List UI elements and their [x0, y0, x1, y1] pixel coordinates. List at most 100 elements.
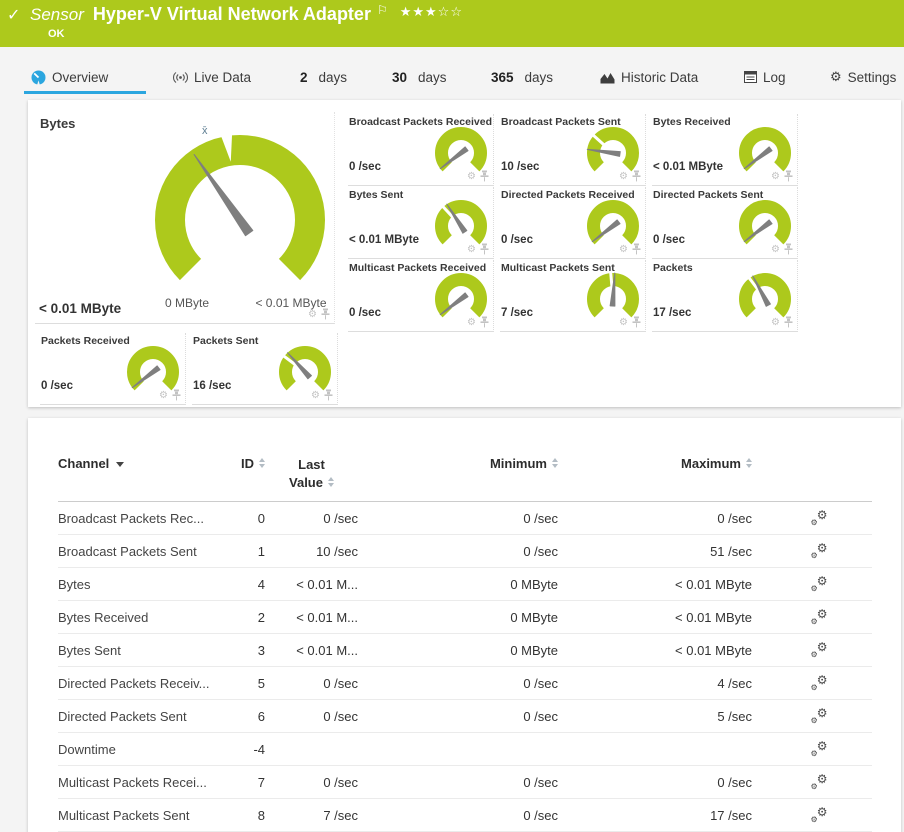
channel-id: 7: [257, 774, 265, 790]
gear-icon[interactable]: ⚙: [619, 172, 628, 182]
gauge-cell-broadcast-packets-sent[interactable]: Broadcast Packets Sent 10 /sec ⚙: [500, 114, 646, 186]
gear-icon[interactable]: ⚙: [771, 172, 780, 182]
pin-icon[interactable]: [172, 389, 181, 401]
pin-icon[interactable]: [784, 243, 793, 255]
channel-id: 2: [257, 609, 265, 625]
channels-table: Channel ID Last Value Minimum Maximum Br…: [58, 456, 872, 832]
channel-maximum: 4 /sec: [717, 675, 752, 691]
tab-overview[interactable]: Overview: [24, 63, 146, 94]
channel-maximum: 0 /sec: [717, 774, 752, 790]
channel-actions: ⚙ ⚙: [752, 640, 872, 659]
channel-id: -4: [253, 741, 265, 757]
pin-icon[interactable]: [632, 170, 641, 182]
gauge-cell-packets[interactable]: Packets 17 /sec ⚙: [652, 260, 798, 332]
channel-minimum: 0 /sec: [523, 675, 558, 691]
pin-icon[interactable]: [480, 170, 489, 182]
gauge-actions: ⚙: [311, 389, 333, 401]
channel-actions: ⚙ ⚙: [752, 508, 872, 527]
gauge-cell-packets-sent[interactable]: Packets Sent 16 /sec ⚙: [192, 333, 338, 405]
gauge-cell-bytes-sent[interactable]: Bytes Sent < 0.01 MByte ⚙: [348, 187, 494, 259]
tab-bar: Overview Live Data 2 days 30 days 365 days: [0, 47, 904, 100]
gauge-cell-broadcast-packets-received[interactable]: Broadcast Packets Received 0 /sec ⚙: [348, 114, 494, 186]
channel-settings-gears-icon[interactable]: ⚙ ⚙: [811, 706, 828, 725]
sort-icon: [259, 457, 265, 468]
pin-icon[interactable]: [480, 243, 489, 255]
gear-icon[interactable]: ⚙: [619, 318, 628, 328]
gear-icon[interactable]: ⚙: [311, 391, 320, 401]
gauge-cell-multicast-packets-received[interactable]: Multicast Packets Received 0 /sec ⚙: [348, 260, 494, 332]
gear-icon[interactable]: ⚙: [771, 245, 780, 255]
channel-minimum: 0 /sec: [523, 543, 558, 559]
prtg-sensor-page: ✓ Sensor Hyper-V Virtual Network Adapter…: [0, 0, 904, 832]
table-row-directed-packets-receiv: Directed Packets Receiv... 5 0 /sec 0 /sec 4…: [58, 667, 872, 701]
log-list-icon: [744, 71, 757, 83]
gauge-cell-bytes-received[interactable]: Bytes Received < 0.01 MByte ⚙: [652, 114, 798, 186]
channel-minimum: 0 /sec: [523, 510, 558, 526]
pin-icon[interactable]: [784, 170, 793, 182]
column-label: Minimum: [489, 456, 547, 471]
channel-settings-gears-icon[interactable]: ⚙ ⚙: [811, 574, 828, 593]
gear-icon[interactable]: ⚙: [771, 318, 780, 328]
active-tab-underline: [24, 91, 146, 94]
gauge-cell-directed-packets-received[interactable]: Directed Packets Received 0 /sec ⚙: [500, 187, 646, 259]
title-line: Sensor Hyper-V Virtual Network Adapter ⚐…: [30, 3, 463, 25]
gauge-cell-directed-packets-sent[interactable]: Directed Packets Sent 0 /sec ⚙: [652, 187, 798, 259]
gauge-value: 10 /sec: [501, 161, 540, 173]
channel-name[interactable]: Bytes: [58, 577, 218, 592]
tab-log[interactable]: Log: [744, 63, 786, 91]
gauges-panel: Bytes x̄ 0 MByte < 0.01 MByte < 0.01 MBy…: [28, 100, 901, 407]
sort-caret-icon: [116, 462, 125, 467]
column-header-id[interactable]: ID: [218, 456, 265, 471]
pin-icon[interactable]: [632, 316, 641, 328]
channel-settings-gears-icon[interactable]: ⚙ ⚙: [811, 640, 828, 659]
channel-minimum: 0 /sec: [523, 807, 558, 823]
channel-settings-gears-icon[interactable]: ⚙ ⚙: [811, 673, 828, 692]
gear-icon[interactable]: ⚙: [467, 245, 476, 255]
gauge-actions: ⚙: [619, 316, 641, 328]
channel-last-value: < 0.01 M...: [296, 642, 358, 658]
channel-settings-gears-icon[interactable]: ⚙ ⚙: [811, 508, 828, 527]
channel-name[interactable]: Multicast Packets Sent: [58, 808, 218, 823]
gear-icon[interactable]: ⚙: [467, 318, 476, 328]
channel-name[interactable]: Broadcast Packets Sent: [58, 544, 218, 559]
pin-icon[interactable]: [784, 316, 793, 328]
channel-name[interactable]: Broadcast Packets Rec...: [58, 511, 218, 526]
column-header-maximum[interactable]: Maximum: [558, 456, 752, 471]
tab-historic-data[interactable]: Historic Data: [600, 63, 698, 91]
pin-icon[interactable]: [480, 316, 489, 328]
column-header-channel[interactable]: Channel: [58, 456, 218, 471]
channel-settings-gears-icon[interactable]: ⚙ ⚙: [811, 607, 828, 626]
channel-name[interactable]: Bytes Sent: [58, 643, 218, 658]
channel-name[interactable]: Bytes Received: [58, 610, 218, 625]
gauge-cell-packets-received[interactable]: Packets Received 0 /sec ⚙: [40, 333, 186, 405]
column-header-last-value[interactable]: Last Value: [265, 456, 358, 492]
gear-icon[interactable]: ⚙: [467, 172, 476, 182]
gear-icon[interactable]: ⚙: [159, 391, 168, 401]
tab-365-days[interactable]: 365 days: [491, 63, 553, 91]
channel-name[interactable]: Downtime: [58, 742, 218, 757]
pin-icon[interactable]: [632, 243, 641, 255]
table-header: Channel ID Last Value Minimum Maximum: [58, 456, 872, 503]
tab-settings[interactable]: ⚙ Settings: [830, 63, 896, 91]
channel-settings-gears-icon[interactable]: ⚙ ⚙: [811, 772, 828, 791]
channel-name[interactable]: Directed Packets Sent: [58, 709, 218, 724]
channel-id: 5: [257, 675, 265, 691]
gear-icon[interactable]: ⚙: [619, 245, 628, 255]
pin-icon[interactable]: [324, 389, 333, 401]
channel-settings-gears-icon[interactable]: ⚙ ⚙: [811, 541, 828, 560]
channel-name[interactable]: Directed Packets Receiv...: [58, 676, 218, 691]
channel-settings-gears-icon[interactable]: ⚙ ⚙: [811, 739, 828, 758]
tab-label: Historic Data: [621, 69, 699, 85]
tab-live-data[interactable]: Live Data: [173, 63, 251, 91]
gauge-cell-multicast-packets-sent[interactable]: Multicast Packets Sent 7 /sec ⚙: [500, 260, 646, 332]
tab-30-days[interactable]: 30 days: [392, 63, 447, 91]
column-header-minimum[interactable]: Minimum: [358, 456, 558, 471]
tab-2-days[interactable]: 2 days: [300, 63, 347, 91]
flag-icon[interactable]: ⚐: [377, 3, 388, 17]
priority-stars[interactable]: ★★★☆☆: [400, 4, 463, 20]
tab-label: Overview: [52, 69, 109, 85]
channel-name[interactable]: Multicast Packets Recei...: [58, 775, 218, 790]
channel-id: 1: [257, 543, 265, 559]
channel-settings-gears-icon[interactable]: ⚙ ⚙: [811, 805, 828, 824]
small-gauges-grid: Broadcast Packets Received 0 /sec ⚙ Broadca…: [28, 100, 901, 407]
